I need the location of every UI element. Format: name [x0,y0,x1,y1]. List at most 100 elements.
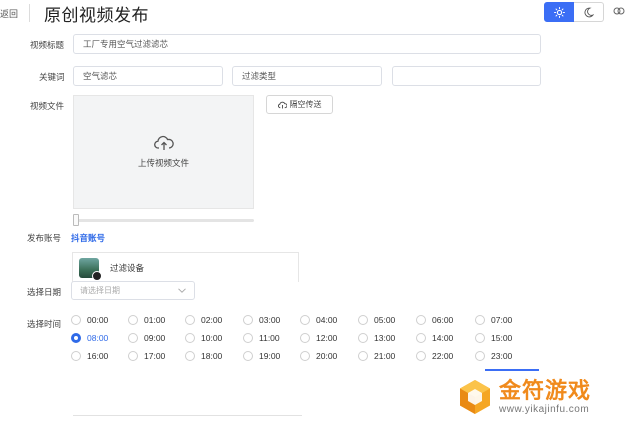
video-title-label: 视频标题 [30,40,65,50]
keyword-value-1: 空气滤芯 [83,71,118,81]
radio-icon [358,315,368,325]
time-option[interactable]: 14:00 [416,333,453,343]
time-option[interactable]: 12:00 [300,333,337,343]
time-option[interactable]: 21:00 [358,351,395,361]
time-label: 选择时间 [27,319,62,329]
radio-icon [416,351,426,361]
watermark-title: 金符游戏 [499,377,592,403]
header-divider [29,4,30,22]
time-option-label: 18:00 [201,351,223,361]
time-option[interactable]: 02:00 [185,315,222,325]
radio-icon [243,333,253,343]
time-option-label: 10:00 [201,333,223,343]
time-option-label: 17:00 [144,351,166,361]
sun-icon [553,6,565,18]
time-option[interactable]: 07:00 [475,315,512,325]
airdrop-icon [277,101,287,109]
theme-switch [544,2,604,22]
radio-icon [300,351,310,361]
publish-page: 返回 原创视频发布 视频标题 工厂专用空气过滤滤芯 关键词 空气滤芯 过滤类型 … [0,0,640,427]
radio-icon [300,315,310,325]
account-card[interactable]: 过滤设备 [72,252,299,282]
light-theme-button[interactable] [544,2,574,22]
time-option-label: 05:00 [374,315,396,325]
time-option[interactable]: 18:00 [185,351,222,361]
radio-icon [475,333,485,343]
video-upload-area[interactable]: 上传视频文件 [73,95,254,209]
time-option[interactable]: 22:00 [416,351,453,361]
time-option[interactable]: 03:00 [243,315,280,325]
video-slider-track[interactable] [73,219,254,222]
time-option-label: 02:00 [201,315,223,325]
date-picker[interactable]: 请选择日期 [71,281,195,300]
radio-icon [416,315,426,325]
time-option[interactable]: 23:00 [475,351,512,361]
radio-icon [300,333,310,343]
chevron-down-icon [178,288,186,293]
time-option[interactable]: 01:00 [128,315,165,325]
time-option-label: 00:00 [87,315,109,325]
time-option-label: 14:00 [432,333,454,343]
time-option-label: 01:00 [144,315,166,325]
time-option-label: 15:00 [491,333,513,343]
time-option[interactable]: 00:00 [71,315,108,325]
time-option[interactable]: 06:00 [416,315,453,325]
link-icon[interactable] [613,6,625,16]
account-label: 发布账号 [27,233,62,243]
radio-icon [475,315,485,325]
radio-icon [128,333,138,343]
time-option[interactable]: 10:00 [185,333,222,343]
date-placeholder: 请选择日期 [80,286,120,295]
video-title-value: 工厂专用空气过滤滤芯 [83,39,169,49]
time-option-label: 20:00 [316,351,338,361]
time-option[interactable]: 11:00 [243,333,280,343]
douyin-account-link[interactable]: 抖音账号 [71,232,105,244]
time-option[interactable]: 19:00 [243,351,280,361]
time-option-label: 03:00 [259,315,281,325]
scroll-indicator [485,369,539,371]
time-option-label: 04:00 [316,315,338,325]
dark-theme-button[interactable] [574,2,604,22]
keyword-value-2: 过滤类型 [242,71,277,81]
video-file-label: 视频文件 [30,101,65,111]
time-option[interactable]: 08:00 [71,333,108,343]
time-option[interactable]: 20:00 [300,351,337,361]
account-name: 过滤设备 [110,262,145,273]
page-title: 原创视频发布 [44,6,149,25]
douyin-badge-icon [92,270,102,281]
radio-icon [185,351,195,361]
time-option[interactable]: 04:00 [300,315,337,325]
section-divider [73,415,302,416]
keywords-label: 关键词 [39,72,65,82]
keyword-input-2[interactable]: 过滤类型 [232,66,382,86]
upload-label: 上传视频文件 [137,158,189,168]
time-option[interactable]: 17:00 [128,351,165,361]
avatar [79,257,102,281]
video-slider-handle[interactable] [73,214,79,226]
radio-icon [128,315,138,325]
time-option-label: 21:00 [374,351,396,361]
time-option-label: 11:00 [259,333,280,343]
airdrop-button[interactable]: 隔空传送 [266,95,333,114]
keyword-input-3[interactable] [392,66,541,86]
radio-icon [128,351,138,361]
back-button[interactable]: 返回 [0,7,18,20]
time-option[interactable]: 09:00 [128,333,165,343]
time-option-label: 23:00 [491,351,513,361]
time-option-label: 22:00 [432,351,454,361]
time-option[interactable]: 05:00 [358,315,395,325]
time-option[interactable]: 13:00 [358,333,395,343]
time-option-label: 09:00 [144,333,166,343]
keyword-input-1[interactable]: 空气滤芯 [73,66,223,86]
time-option[interactable]: 15:00 [475,333,512,343]
time-option-label: 12:00 [316,333,338,343]
video-title-input[interactable]: 工厂专用空气过滤滤芯 [73,34,541,54]
radio-icon [185,315,195,325]
airdrop-label: 隔空传送 [289,100,322,109]
cube-logo-icon [460,380,490,414]
time-option[interactable]: 16:00 [71,351,108,361]
time-option-label: 06:00 [432,315,454,325]
radio-icon [475,351,485,361]
radio-icon [185,333,195,343]
watermark-url: www.yikajinfu.com [499,403,590,415]
